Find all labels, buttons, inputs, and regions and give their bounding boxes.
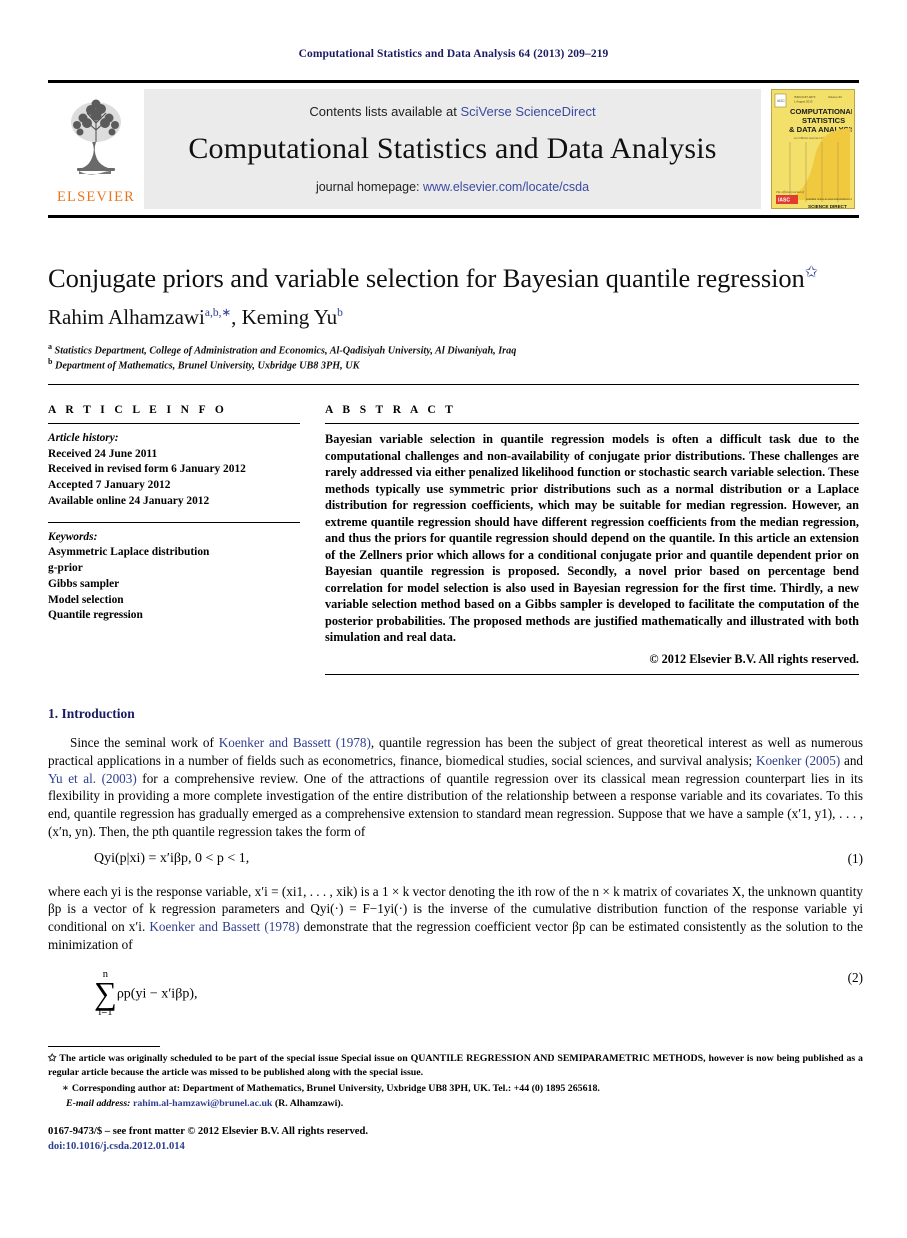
running-head: Computational Statistics and Data Analys… — [298, 48, 609, 60]
email-footnote: E-mail address: rahim.al-hamzawi@brunel.… — [48, 1097, 863, 1111]
history-item: Available online 24 January 2012 — [48, 494, 210, 507]
keyword-item: g-prior — [48, 562, 83, 575]
abstract-divider — [325, 423, 859, 424]
contents-prefix: Contents lists available at — [309, 104, 461, 119]
history-item: Accepted 7 January 2012 — [48, 479, 171, 492]
abstract-heading: A B S T R A C T — [325, 404, 457, 416]
keyword-item: Model selection — [48, 593, 124, 606]
footnote-text: The article was originally scheduled to … — [48, 1053, 863, 1079]
history-item: Received in revised form 6 January 2012 — [48, 463, 246, 476]
journal-homepage-line: journal homepage: www.elsevier.com/locat… — [316, 180, 589, 194]
contents-available-line: Contents lists available at SciVerse Sci… — [309, 104, 595, 119]
title-footnote-marker: ✩ — [804, 264, 818, 281]
svg-text:COMPUTATIONAL: COMPUTATIONAL — [790, 107, 852, 116]
affiliation-text-a: Statistics Department, College of Admini… — [54, 345, 517, 357]
svg-text:IASC: IASC — [777, 99, 785, 103]
info-top-divider — [48, 384, 859, 385]
journal-title: Computational Statistics and Data Analys… — [188, 132, 717, 165]
equation-2: n ∑ i=1 ρp(yi − x′iβp), — [94, 969, 863, 1019]
elsevier-logo: ELSEVIER — [48, 83, 144, 215]
history-item: Received 24 June 2011 — [48, 447, 158, 460]
sigma-icon: ∑ — [94, 975, 117, 1011]
section-heading: 1. Introduction — [48, 706, 135, 721]
introduction-section: 1. Introduction Since the seminal work o… — [48, 706, 863, 1028]
author-list: Rahim Alhamzawia,b,∗, Keming Yub — [48, 305, 343, 329]
footnote-marker: ✩ — [48, 1053, 57, 1064]
equation-2-text: ρp(yi − x′iβp), — [116, 985, 198, 1001]
intro-p1-part4: for a comprehensive review. One of the a… — [48, 770, 863, 839]
keyword-item: Quantile regression — [48, 609, 143, 622]
svg-text:ISSN 0167-9473: ISSN 0167-9473 — [794, 95, 816, 99]
footnote-marker: ∗ — [62, 1082, 69, 1094]
intro-p1-part1: Since the seminal work of — [70, 735, 219, 750]
journal-homepage-link[interactable]: www.elsevier.com/locate/csda — [423, 180, 589, 194]
svg-text:Volume 64: Volume 64 — [828, 95, 842, 99]
author-name-2: Keming Yu — [241, 305, 338, 329]
author-sup-1: a,b,∗ — [204, 307, 232, 319]
paper-page: Computational Statistics and Data Analys… — [0, 0, 907, 1238]
equation-2-number: (2) — [847, 969, 863, 985]
equation-2-row: n ∑ i=1 ρp(yi − x′iβp), (2) — [48, 969, 863, 1019]
affiliation-b: b Department of Mathematics, Brunel Univ… — [48, 357, 863, 371]
citation-yu-et-al-2003[interactable]: Yu et al. (2003) — [48, 771, 137, 786]
svg-text:IASC: IASC — [778, 198, 790, 204]
article-info-heading: A R T I C L E I N F O — [48, 404, 228, 416]
keywords-divider — [48, 521, 300, 523]
page-title: Conjugate priors and variable selection … — [48, 262, 863, 294]
journal-banner: ELSEVIER Contents lists available at Sci… — [48, 80, 859, 218]
journal-cover-thumbnail: IASC ISSN 0167-9473 Volume 64 1 August 2… — [771, 89, 855, 209]
abstract-text: Bayesian variable selection in quantile … — [325, 432, 859, 645]
banner-center: Contents lists available at SciVerse Sci… — [144, 89, 761, 209]
article-history-label: Article history: — [48, 432, 119, 444]
abstract-bottom-divider — [325, 673, 859, 675]
affiliation-marker-b: b — [48, 357, 53, 366]
intro-paragraph-2: where each yi is the response variable, … — [48, 883, 863, 954]
footnote-item: ∗ Corresponding author at: Department of … — [48, 1082, 863, 1096]
homepage-prefix: journal homepage: — [315, 180, 423, 194]
article-info-column: A R T I C L E I N F O Article history: R… — [48, 404, 300, 624]
email-label: E-mail address: — [66, 1097, 131, 1109]
author-sup-2: b — [337, 307, 343, 319]
article-title-text: Conjugate priors and variable selection … — [48, 262, 805, 293]
svg-text:SCIENCE DIRECT: SCIENCE DIRECT — [808, 204, 847, 209]
svg-text:1 August 2013: 1 August 2013 — [794, 100, 813, 104]
equation-1-number: (1) — [847, 850, 863, 866]
citation-koenker-2005[interactable]: Koenker (2005) — [756, 753, 840, 768]
intro-paragraph-1: Since the seminal work of Koenker and Ba… — [48, 734, 863, 841]
article-info-divider — [48, 423, 300, 424]
email-suffix: (R. Alhamzawi). — [272, 1097, 344, 1109]
equation-1-row: Qyi(p|xi) = x′iβp, 0 < p < 1, (1) — [48, 851, 863, 873]
intro-p1-part3: and — [840, 752, 864, 768]
footnote-area: ✩ The article was originally scheduled to… — [48, 1052, 863, 1112]
elsevier-tree-icon — [71, 99, 121, 175]
footnote-text: Corresponding author at: Department of M… — [71, 1082, 600, 1094]
page-footer: 0167-9473/$ – see front matter © 2012 El… — [48, 1124, 863, 1154]
abstract-copyright: © 2012 Elsevier B.V. All rights reserved… — [649, 651, 859, 666]
abstract-column: A B S T R A C T Bayesian variable select… — [325, 404, 859, 675]
footnote-divider — [48, 1046, 160, 1047]
email-address-link[interactable]: rahim.al-hamzawi@brunel.ac.uk — [133, 1098, 272, 1109]
sciencedirect-link[interactable]: SciVerse ScienceDirect — [460, 104, 595, 119]
keyword-item: Asymmetric Laplace distribution — [48, 546, 210, 559]
equation-1: Qyi(p|xi) = x′iβp, 0 < p < 1, — [94, 850, 250, 866]
citation-koenker-bassett-1978-b[interactable]: Koenker and Bassett (1978) — [149, 919, 299, 934]
svg-text:STATISTICS: STATISTICS — [802, 116, 845, 125]
keyword-item: Gibbs sampler — [48, 577, 120, 590]
affiliation-text-b: Department of Mathematics, Brunel Univer… — [55, 360, 360, 372]
doi-link[interactable]: doi:10.1016/j.csda.2012.01.014 — [48, 1139, 863, 1154]
affiliation-marker-a: a — [48, 342, 52, 351]
affiliation-a: a Statistics Department, College of Admi… — [48, 342, 863, 356]
summation-symbol: n ∑ i=1 — [94, 969, 117, 1019]
svg-text:available online at www.scienc: available online at www.sciencedirect.co… — [806, 197, 852, 201]
elsevier-wordmark: ELSEVIER — [56, 189, 136, 205]
cover-artwork: IASC ISSN 0167-9473 Volume 64 1 August 2… — [772, 90, 854, 209]
footnote-item: ✩ The article was originally scheduled to… — [48, 1052, 863, 1081]
keywords-label: Keywords: — [48, 530, 98, 543]
author-name-1: Rahim Alhamzawi — [48, 305, 205, 329]
front-matter-line: 0167-9473/$ – see front matter © 2012 El… — [48, 1126, 368, 1137]
citation-koenker-bassett-1978[interactable]: Koenker and Bassett (1978) — [219, 735, 371, 750]
svg-text:The official journal of: The official journal of — [776, 190, 805, 194]
